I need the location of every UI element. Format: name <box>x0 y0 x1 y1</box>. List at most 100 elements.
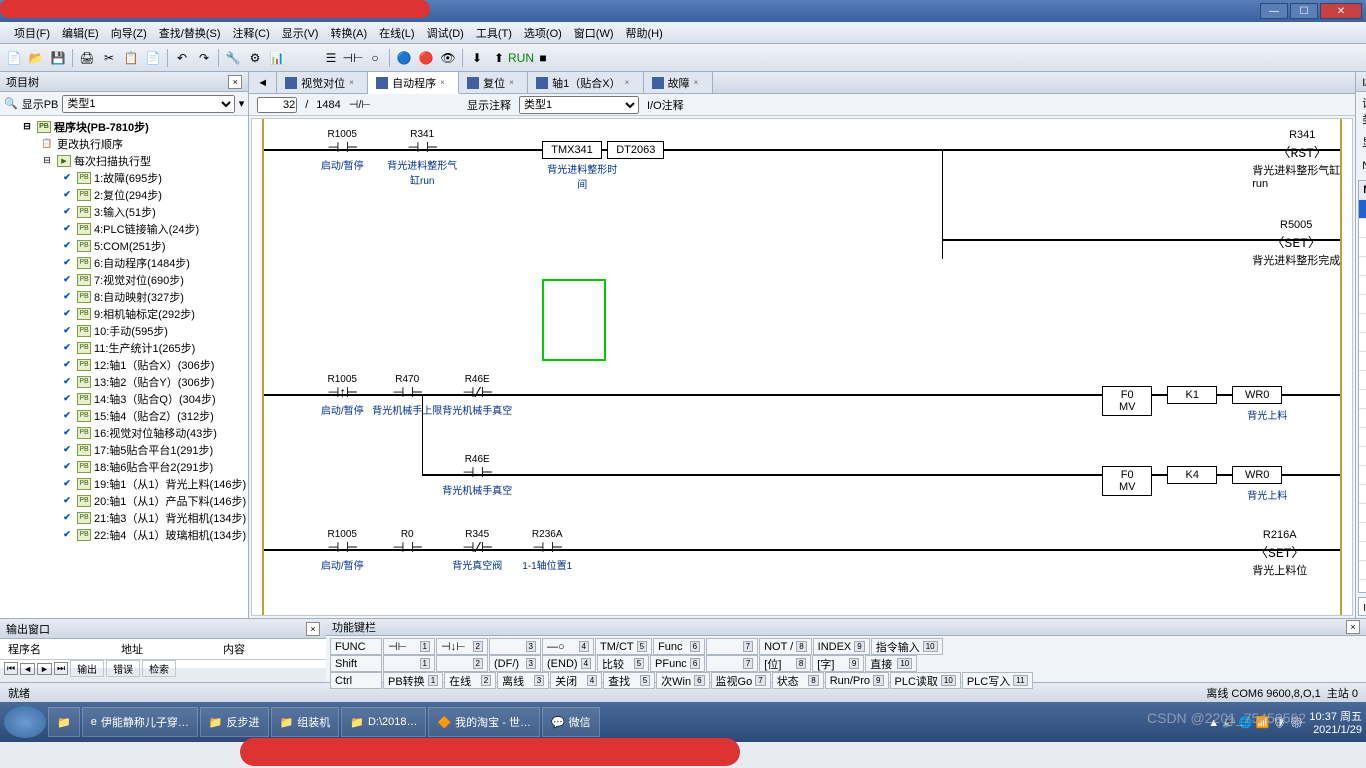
start-button[interactable] <box>4 706 46 738</box>
func-key-0-8[interactable]: NOT /8 <box>759 638 812 655</box>
io-row[interactable]: *503Z轴故障 <box>1359 257 1366 276</box>
tool2-icon[interactable]: ⚙ <box>245 48 265 68</box>
upload-icon[interactable]: ⬆ <box>489 48 509 68</box>
func-key-1-8[interactable]: [位]8 <box>759 655 811 672</box>
func-key-2-7[interactable]: 监视Go7 <box>711 672 771 689</box>
func-f0mv[interactable]: F0 MV <box>1102 386 1152 416</box>
download-icon[interactable]: ⬇ <box>467 48 487 68</box>
tree-item-11[interactable]: ✔PB12:轴1（贴合X）(306步) <box>2 356 246 373</box>
func-key-0-9[interactable]: INDEX9 <box>813 638 870 655</box>
func-key-0-1[interactable]: ⊣⊢1 <box>383 638 435 655</box>
io-row[interactable]: *513标定失败 <box>1359 561 1366 580</box>
tree-scan-type[interactable]: ⊟▶每次扫描执行型 <box>2 152 246 169</box>
func-key-0-6[interactable]: Func6 <box>653 638 705 655</box>
tree-item-17[interactable]: ✔PB18:轴6贴合平台2(291步) <box>2 458 246 475</box>
tree-exec-order[interactable]: 📋更改执行顺序 <box>2 135 246 152</box>
task-explorer[interactable]: 📁 <box>48 707 80 737</box>
func-key-2-3[interactable]: 离线3 <box>497 672 549 689</box>
menu-options[interactable]: 选项(O) <box>518 25 568 41</box>
menu-online[interactable]: 在线(L) <box>373 25 420 41</box>
func-key-2-6[interactable]: 次Win6 <box>656 672 709 689</box>
io-comment-label[interactable]: I/O注释 <box>647 97 684 113</box>
tree-item-20[interactable]: ✔PB21:轴3（从1）背光相机(134步) <box>2 509 246 526</box>
func-dt[interactable]: DT2063 <box>607 141 664 159</box>
func-key-1-0[interactable]: Shift <box>330 655 382 672</box>
subbar-icon[interactable]: ⊣/⊢ <box>349 98 371 111</box>
coil-set-r216a[interactable]: R216A〈SET〉背光上料位 <box>1252 529 1307 578</box>
tree-item-6[interactable]: ✔PB7:视觉对位(690步) <box>2 271 246 288</box>
func-key-1-6[interactable]: PFunc6 <box>650 655 705 672</box>
funckey-close-icon[interactable]: × <box>1346 620 1360 634</box>
func-key-2-9[interactable]: Run/Pro9 <box>825 672 889 689</box>
contact-icon[interactable]: ⊣⊢ <box>343 48 363 68</box>
menu-debug[interactable]: 调试(D) <box>421 25 470 41</box>
tab-prev[interactable]: ◄ <box>249 72 277 93</box>
contact-r1005-3[interactable]: R1005⊣ ⊢启动/暂停 <box>312 529 372 572</box>
func-key-1-10[interactable]: 直接10 <box>865 655 917 672</box>
func-key-2-1[interactable]: PB转换1 <box>383 672 443 689</box>
tab-auto[interactable]: 自动程序× <box>368 72 459 94</box>
task-app3[interactable]: 📁 D:\2018… <box>341 707 426 737</box>
menu-edit[interactable]: 编辑(E) <box>56 25 105 41</box>
new-icon[interactable]: 📄 <box>4 48 24 68</box>
io-row[interactable]: *502Q轴故障 <box>1359 238 1366 257</box>
menu-help[interactable]: 帮助(H) <box>620 25 669 41</box>
func-key-1-7[interactable]: 7 <box>706 655 758 672</box>
tree-item-1[interactable]: ✔PB2:复位(294步) <box>2 186 246 203</box>
io-row[interactable]: *500X轴故障 <box>1359 200 1366 219</box>
io-row[interactable]: *507产品下料1从站2轴故障 <box>1359 333 1366 352</box>
tree-item-7[interactable]: ✔PB8:自动映射(327步) <box>2 288 246 305</box>
cut-icon[interactable]: ✂ <box>99 48 119 68</box>
output-first-icon[interactable]: ⏮ <box>4 662 18 675</box>
tab-reset[interactable]: 复位× <box>459 72 528 93</box>
paste-icon[interactable]: 📄 <box>143 48 163 68</box>
menu-convert[interactable]: 转换(A) <box>324 25 373 41</box>
task-ie[interactable]: e 伊能静称儿子穿… <box>82 707 198 737</box>
contact-r1005[interactable]: R1005⊣ ⊢启动/暂停 <box>312 129 372 172</box>
func-key-0-10[interactable]: 指令输入10 <box>871 638 943 655</box>
io-row[interactable]: 5102从站5轴故障 <box>1359 504 1366 523</box>
tree-item-19[interactable]: ✔PB20:轴1（从1）产品下料(146步) <box>2 492 246 509</box>
task-app2[interactable]: 📁 组装机 <box>271 707 340 737</box>
menu-project[interactable]: 项目(F) <box>8 25 56 41</box>
tree-item-12[interactable]: ✔PB13:轴2（贴合Y）(306步) <box>2 373 246 390</box>
func-key-2-11[interactable]: PLC写入11 <box>962 672 1033 689</box>
io-row[interactable]: *512急停 <box>1359 542 1366 561</box>
redo-icon[interactable]: ↷ <box>194 48 214 68</box>
tree-item-14[interactable]: ✔PB15:轴4（贴合Z）(312步) <box>2 407 246 424</box>
func-key-0-5[interactable]: TM/CT5 <box>595 638 652 655</box>
project-tree[interactable]: ⊟PB程序块(PB-7810步) 📋更改执行顺序 ⊟▶每次扫描执行型 ✔PB1:… <box>0 116 248 618</box>
io-row[interactable]: *514拍照NG <box>1359 580 1366 594</box>
output-close-icon[interactable]: × <box>306 622 320 636</box>
contact-r341[interactable]: R341⊣ ⊢背光进料整形气缸run <box>392 129 452 187</box>
task-taobao[interactable]: 🔶 我的淘宝 - 世… <box>428 707 539 737</box>
tree-item-15[interactable]: ✔PB16:视觉对位轴移动(43步) <box>2 424 246 441</box>
func-k1[interactable]: K1 <box>1167 386 1217 404</box>
tree-item-10[interactable]: ✔PB11:生产统计1(265步) <box>2 339 246 356</box>
task-app1[interactable]: 📁 反步进 <box>200 707 269 737</box>
io-row[interactable]: 50A1从站5轴故障 <box>1359 390 1366 409</box>
func-key-0-7[interactable]: 7 <box>706 638 758 655</box>
dropdown-icon[interactable]: ▾ <box>239 97 245 110</box>
offline-icon[interactable]: 🔴 <box>416 48 436 68</box>
contact-r236a[interactable]: R236A⊣ ⊢1-1轴位置1 <box>517 529 577 572</box>
coil-icon[interactable]: ○ <box>365 48 385 68</box>
close-button[interactable]: ✕ <box>1320 3 1362 19</box>
output-last-icon[interactable]: ⏭ <box>54 662 68 675</box>
filter-icon[interactable]: 🔍 <box>4 97 18 110</box>
func-tmx[interactable]: TMX341 <box>542 141 602 159</box>
io-row[interactable]: *50C玻璃上料2-1轴故障 <box>1359 428 1366 447</box>
tool3-icon[interactable]: 📊 <box>267 48 287 68</box>
io-row[interactable]: *504平台1轴故障 <box>1359 276 1366 295</box>
type-filter-select[interactable]: 类型1 <box>62 95 234 113</box>
stop-icon[interactable]: ■ <box>533 48 553 68</box>
tab-fault[interactable]: 故障× <box>644 72 713 93</box>
io-row[interactable]: 508背光相机1从站3轴故障 <box>1359 352 1366 371</box>
func-key-1-3[interactable]: (DF/)3 <box>489 655 541 672</box>
tree-item-21[interactable]: ✔PB22:轴4（从1）玻璃相机(134步) <box>2 526 246 543</box>
io-row[interactable]: 509玻璃相机1从站4轴故障 <box>1359 371 1366 390</box>
contact-r46e-2[interactable]: R46E⊣ ⊢背光机械手真空 <box>447 454 507 497</box>
open-icon[interactable]: 📂 <box>26 48 46 68</box>
io-row[interactable]: *50F胶带步进2从站4轴故障 <box>1359 485 1366 504</box>
func-key-1-9[interactable]: [字]9 <box>812 655 864 672</box>
